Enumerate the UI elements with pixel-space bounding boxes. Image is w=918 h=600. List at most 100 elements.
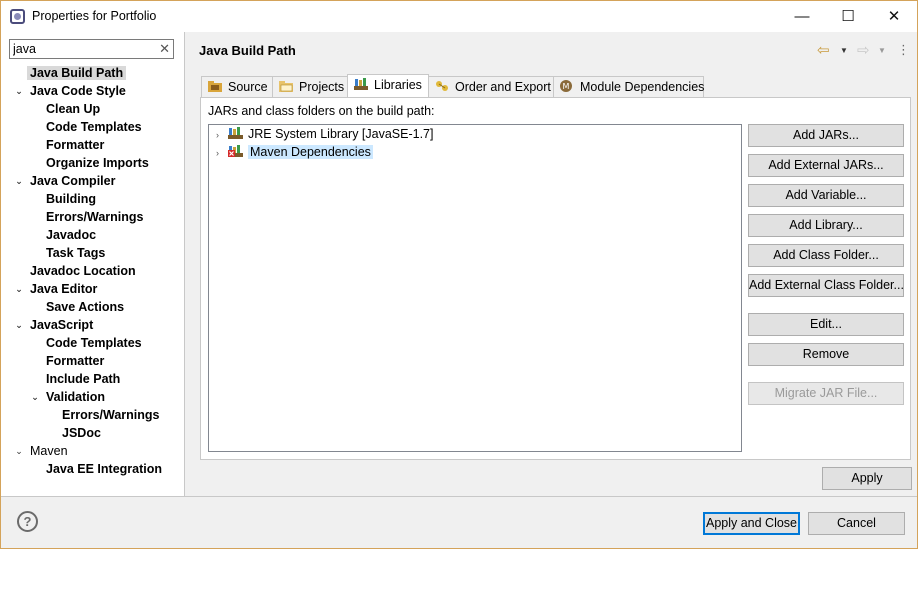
tree-item[interactable]: Errors/Warnings [46,208,143,226]
tree-item[interactable]: Code Templates [46,334,142,352]
tab-source-label: Source [228,80,268,94]
tree-item[interactable]: Java EE Integration [46,460,162,478]
projects-folder-icon [279,78,293,92]
apply-and-close-button[interactable]: Apply and Close [703,512,800,535]
expand-chevron-icon[interactable]: › [216,144,228,162]
back-dropdown-icon[interactable]: ▼ [840,46,848,55]
tab-libraries[interactable]: Libraries [347,74,429,98]
migrate-jar-button: Migrate JAR File... [748,382,904,405]
tree-expander-icon[interactable]: ⌄ [30,388,40,406]
tree-item-label: Formatter [46,138,105,152]
filter-input[interactable] [10,40,150,58]
library-icon [228,126,244,139]
tree-item[interactable]: Formatter [46,136,104,154]
tree-item[interactable]: Code Templates [46,118,142,136]
tree-item-label: Save Actions [46,300,125,314]
tree-item[interactable]: Task Tags [46,244,105,262]
tree-item[interactable]: Organize Imports [46,154,149,172]
expand-chevron-icon[interactable]: › [216,126,228,144]
tree-item-label: Javadoc [46,228,97,242]
page-title: Java Build Path [199,43,296,58]
tree-item-label: Errors/Warnings [46,210,144,224]
tab-source[interactable]: Source [201,76,273,97]
tab-projects[interactable]: Projects [272,76,348,97]
tree-item[interactable]: ⌄ Java Code Style [15,82,126,100]
footer-divider [1,496,917,497]
tab-order-export-label: Order and Export [455,80,551,94]
add-variable-button[interactable]: Add Variable... [748,184,904,207]
minimize-button[interactable]: — [779,1,825,32]
module-icon: M [560,78,574,92]
tree-item-label: Organize Imports [46,156,149,170]
tree-item-label: Include Path [46,372,121,386]
tree-item-label: Java Editor [30,282,98,296]
help-icon[interactable]: ? [17,511,38,532]
tree-item[interactable]: JSDoc [62,424,101,442]
add-jars-button[interactable]: Add JARs... [748,124,904,147]
close-button[interactable]: ✕ [871,1,917,32]
tree-expander-icon[interactable]: ⌄ [14,82,24,100]
tree-item[interactable]: Java Build Path [27,64,127,82]
tab-libraries-label: Libraries [374,78,422,92]
svg-text:M: M [563,82,570,91]
tree-item[interactable]: Formatter [46,352,104,370]
tab-order-export[interactable]: Order and Export [428,76,554,97]
tree-item[interactable]: Clean Up [46,100,100,118]
tree-expander-icon[interactable]: ⌄ [14,442,24,460]
tree-item-label: Errors/Warnings [62,408,160,422]
clear-filter-icon[interactable]: ✕ [159,41,170,57]
order-export-icon [435,78,449,91]
tree-item[interactable]: ⌄ Java Compiler [15,172,116,190]
build-path-label: JARs and class folders on the build path… [208,104,435,118]
tree-item-label: Clean Up [46,102,101,116]
tree-item[interactable]: Building [46,190,96,208]
tree-item-label: Java Compiler [30,174,116,188]
forward-arrow-icon[interactable]: ⇨ [857,41,870,59]
tree-item[interactable]: Save Actions [46,298,124,316]
tree-item[interactable]: Javadoc [46,226,96,244]
tree-expander-icon[interactable]: ⌄ [14,280,24,298]
preference-tree-pane: ✕ Java Build Path⌄Java Code StyleClean U… [1,32,185,496]
maximize-button[interactable]: ☐ [825,1,871,32]
forward-dropdown-icon[interactable]: ▼ [878,46,886,55]
tree-item[interactable]: ⌄ JavaScript [15,316,93,334]
eclipse-app-icon [10,9,25,24]
tree-item-label: Task Tags [46,246,106,260]
tree-item[interactable]: Errors/Warnings [62,406,159,424]
library-row-jre[interactable]: › JRE System Library [JavaSE-1.7] [216,125,433,143]
libraries-icon [354,76,368,90]
library-label: JRE System Library [JavaSE-1.7] [248,127,434,141]
tree-expander-icon[interactable]: ⌄ [14,316,24,334]
library-row-maven[interactable]: › Maven Dependencies [216,143,373,161]
tree-item-label: Code Templates [46,336,142,350]
apply-button[interactable]: Apply [822,467,912,490]
tree-item[interactable]: ⌄ Maven [15,442,68,460]
add-external-class-folder-button[interactable]: Add External Class Folder... [748,274,904,297]
window-title: Properties for Portfolio [32,9,157,23]
add-library-button[interactable]: Add Library... [748,214,904,237]
tree-item-label: Java EE Integration [46,462,163,476]
properties-dialog: Properties for Portfolio — ☐ ✕ ✕ Java Bu… [0,0,918,549]
libraries-panel: JARs and class folders on the build path… [200,97,911,460]
add-class-folder-button[interactable]: Add Class Folder... [748,244,904,267]
filter-field[interactable]: ✕ [9,39,174,59]
tab-module-dependencies-label: Module Dependencies [580,80,705,94]
title-bar: Properties for Portfolio — ☐ ✕ [1,1,917,32]
tree-item-label: Java Code Style [30,84,126,98]
view-menu-icon[interactable]: ⋮ [897,42,910,58]
tree-item-label: Javadoc Location [30,264,136,278]
edit-button[interactable]: Edit... [748,313,904,336]
library-tree[interactable]: › JRE System Library [JavaSE-1.7] › Maven … [208,124,742,452]
tree-item-label: Maven [30,444,68,458]
remove-button[interactable]: Remove [748,343,904,366]
tab-module-dependencies[interactable]: M Module Dependencies [553,76,704,97]
tree-item[interactable]: Javadoc Location [30,262,136,280]
back-arrow-icon[interactable]: ⇦ [817,41,830,59]
tree-item-label: JSDoc [62,426,101,440]
tree-expander-icon[interactable]: ⌄ [14,172,24,190]
add-external-jars-button[interactable]: Add External JARs... [748,154,904,177]
cancel-button[interactable]: Cancel [808,512,905,535]
tree-item[interactable]: ⌄ Java Editor [15,280,98,298]
tree-item[interactable]: ⌄ Validation [31,388,105,406]
tree-item[interactable]: Include Path [46,370,120,388]
